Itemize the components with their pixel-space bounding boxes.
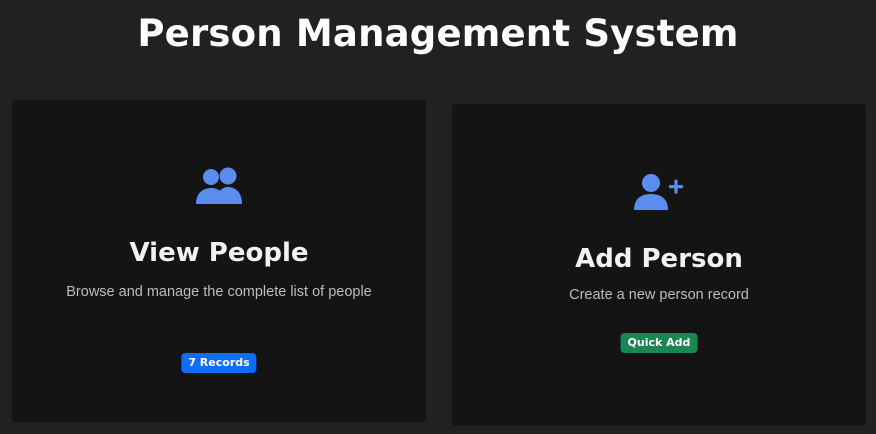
user-plus-icon xyxy=(452,172,866,212)
add-person-title: Add Person xyxy=(575,244,743,274)
quick-add-badge: Quick Add xyxy=(620,333,698,353)
view-people-description: Browse and manage the complete list of p… xyxy=(66,284,372,300)
add-person-card[interactable]: Add Person Create a new person record Qu… xyxy=(452,104,866,426)
users-icon xyxy=(12,166,426,206)
page-title: Person Management System xyxy=(137,12,739,55)
view-people-title: View People xyxy=(129,238,309,268)
page: Person Management System View People Bro… xyxy=(0,0,876,434)
view-people-card[interactable]: View People Browse and manage the comple… xyxy=(12,100,426,422)
add-person-description: Create a new person record xyxy=(569,287,749,303)
records-count-badge: 7 Records xyxy=(181,353,257,373)
